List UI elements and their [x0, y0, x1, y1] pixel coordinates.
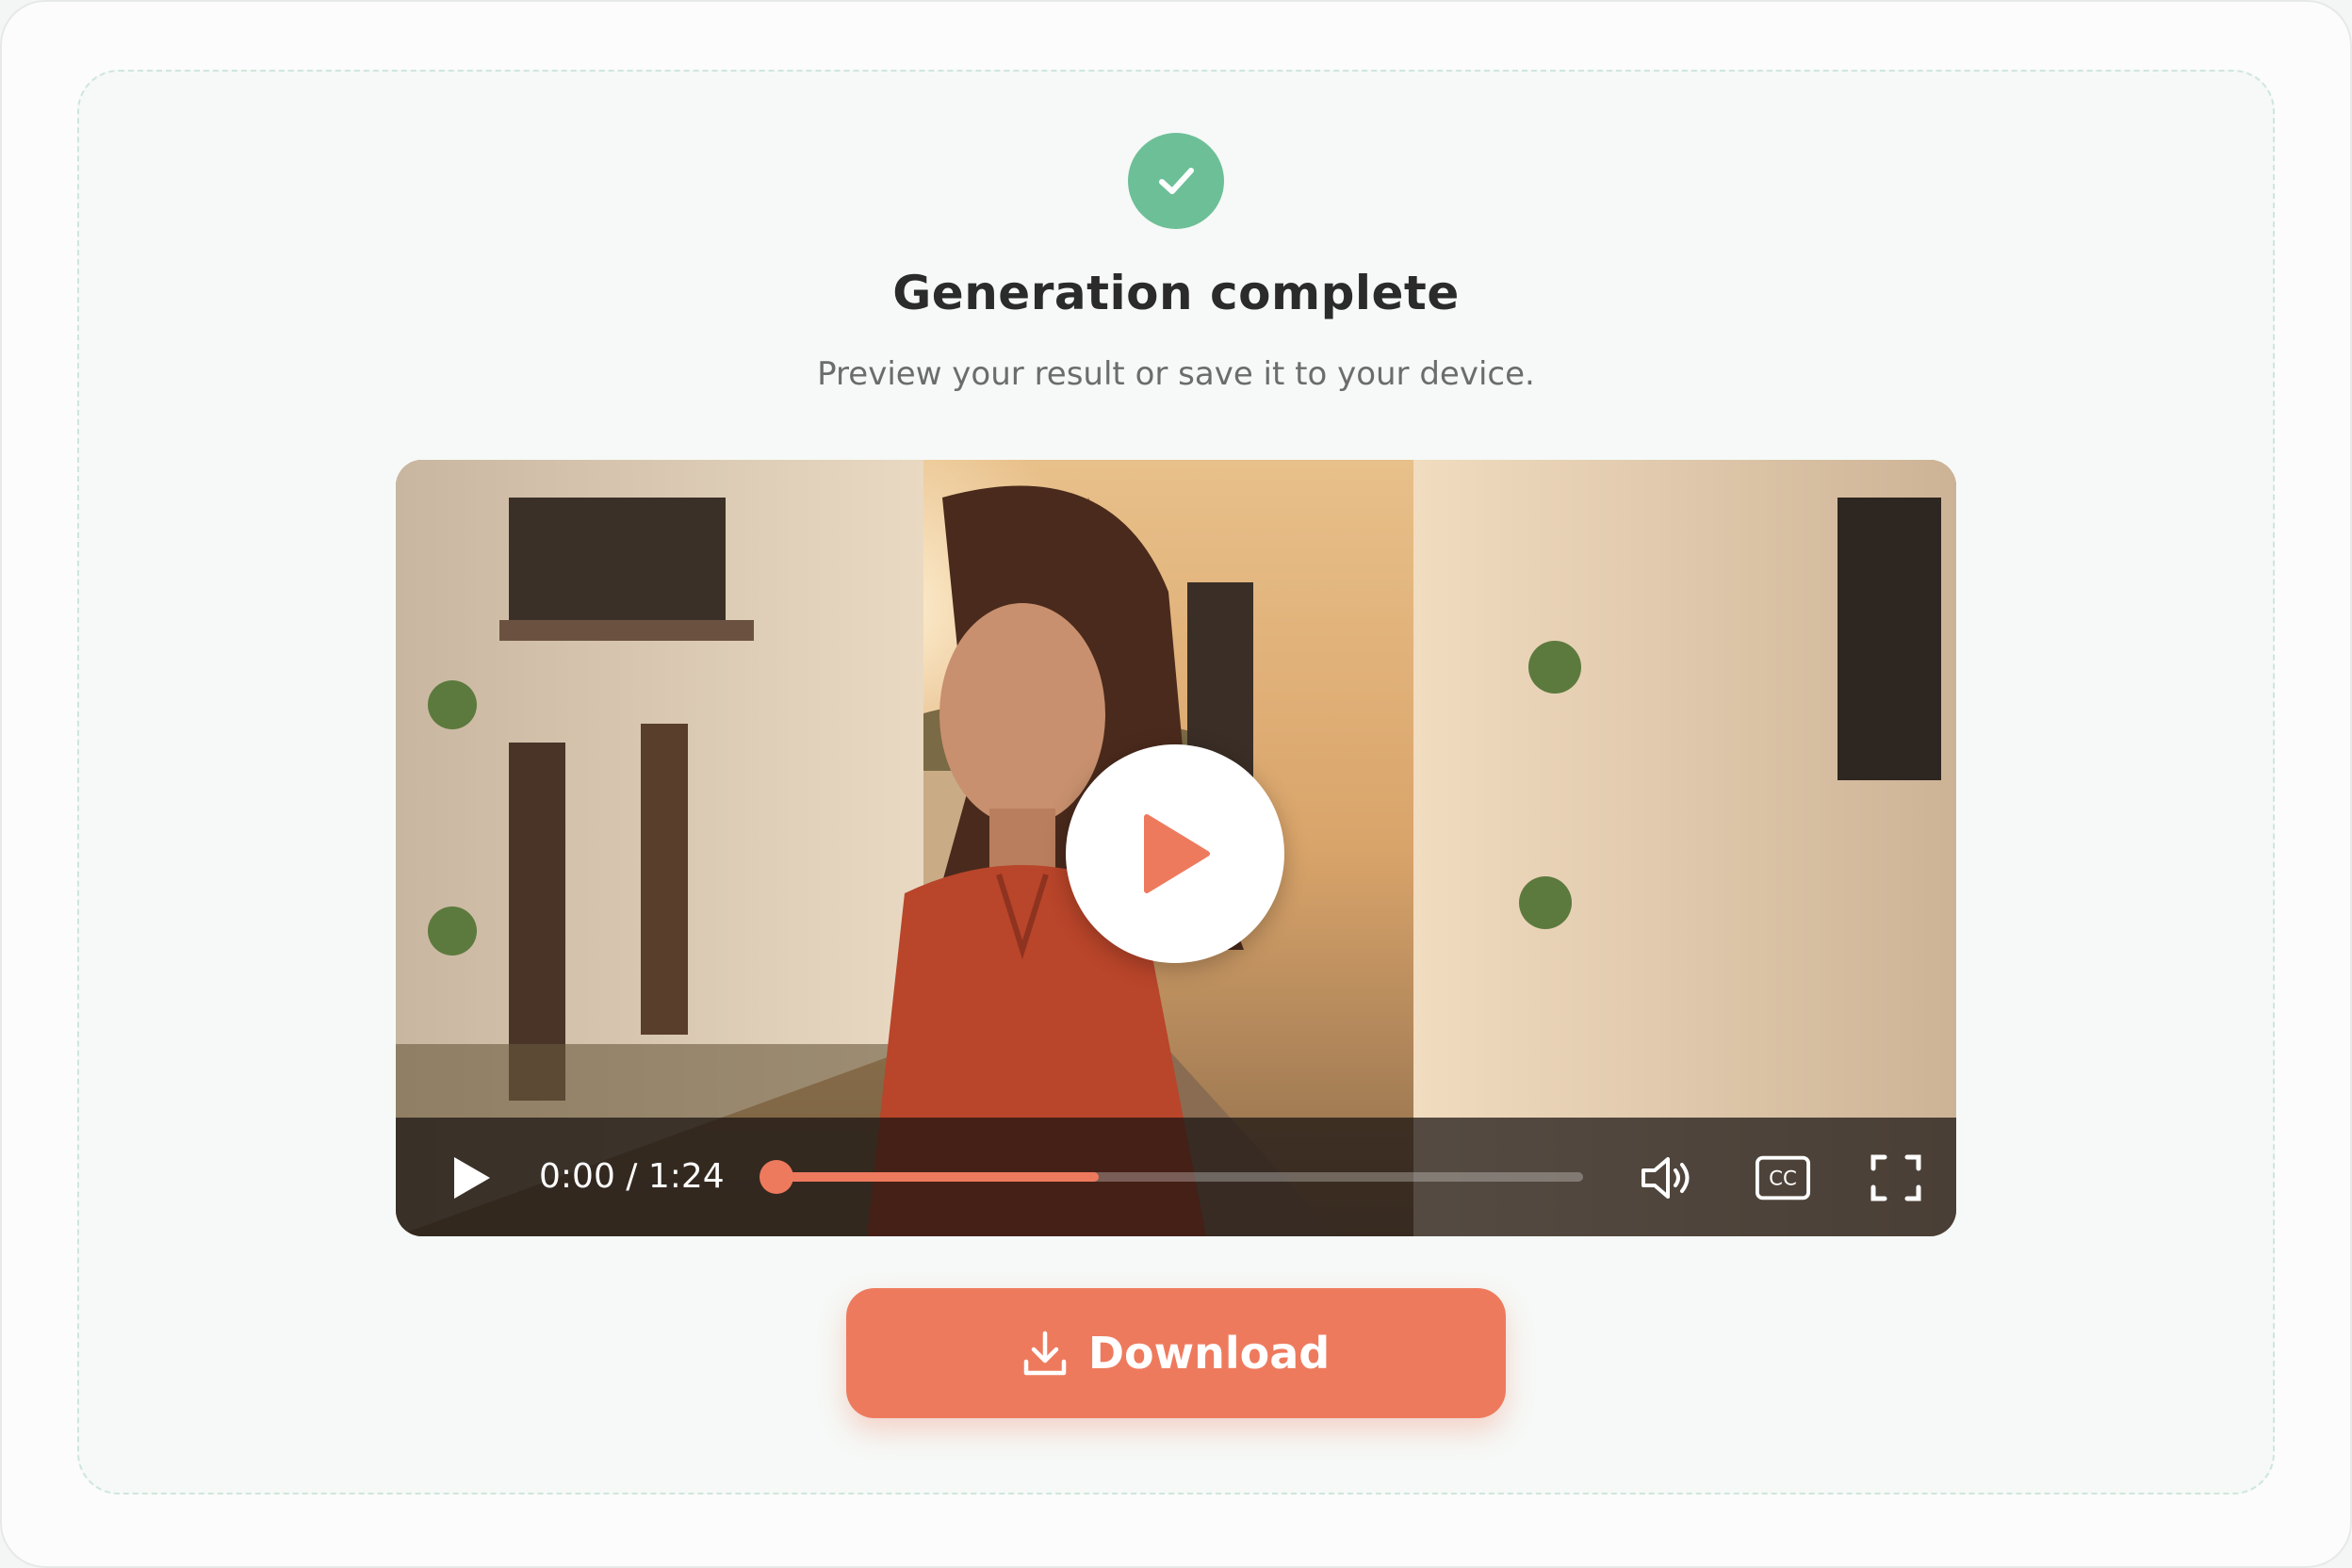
volume-button[interactable] — [1640, 1150, 1696, 1206]
fullscreen-button[interactable] — [1868, 1150, 1924, 1206]
fullscreen-icon — [1870, 1154, 1921, 1201]
play-icon — [1144, 814, 1210, 893]
player-controls: 0:00 / 1:24 CC — [396, 1118, 1956, 1236]
progress-bar[interactable] — [760, 1160, 1583, 1194]
svg-text:CC: CC — [1769, 1168, 1797, 1191]
check-icon — [1128, 133, 1224, 229]
progress-fill — [776, 1172, 1100, 1182]
progress-handle[interactable] — [760, 1160, 793, 1194]
volume-icon — [1642, 1157, 1690, 1199]
download-label: Download — [1087, 1328, 1331, 1379]
time-display: 0:00 / 1:24 — [539, 1157, 725, 1196]
play-icon — [454, 1157, 490, 1199]
page-title: Generation complete — [892, 266, 1460, 320]
captions-button[interactable]: CC — [1755, 1150, 1811, 1206]
play-overlay-button[interactable] — [1066, 744, 1284, 963]
download-button[interactable]: Download — [846, 1288, 1506, 1418]
captions-icon: CC — [1755, 1155, 1811, 1200]
page-subtitle: Preview your result or save it to your d… — [817, 355, 1535, 393]
play-button[interactable] — [449, 1155, 494, 1200]
video-player[interactable]: 0:00 / 1:24 CC — [396, 460, 1956, 1236]
download-icon — [1023, 1331, 1067, 1376]
